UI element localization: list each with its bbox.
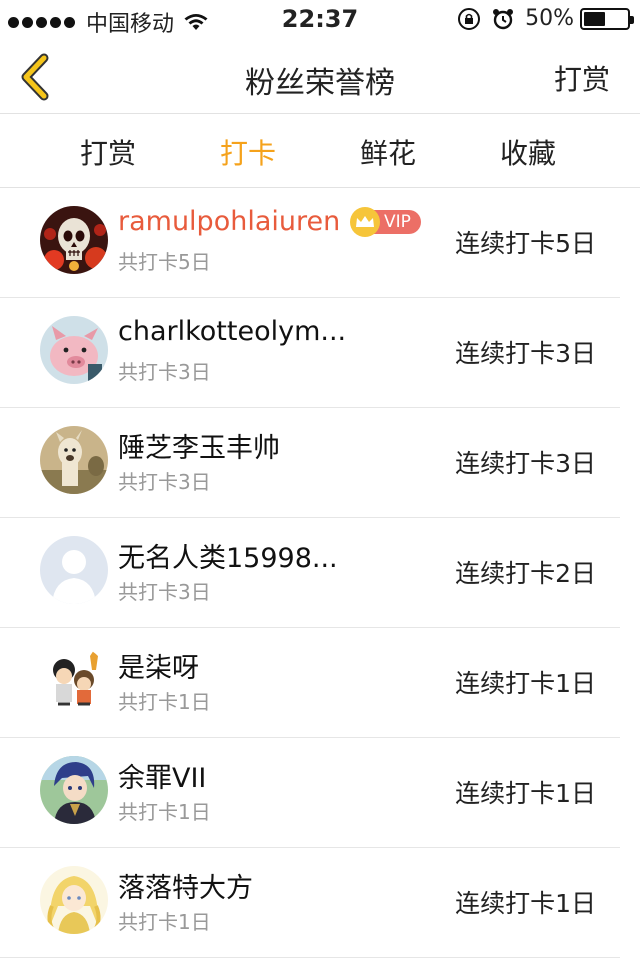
status-bar: 中国移动 22:37 50% [0, 0, 640, 40]
total-checkins: 共打卡1日 [118, 910, 211, 934]
cartoon-avatar-icon [40, 646, 108, 714]
avatar[interactable] [40, 756, 108, 824]
reward-button[interactable]: 打赏 [554, 58, 610, 98]
total-checkins: 共打卡1日 [118, 690, 211, 714]
list-item[interactable]: 无名人类15998... 共打卡3日 连续打卡2日 [0, 518, 620, 628]
skull-avatar-icon [40, 206, 108, 274]
crown-icon [350, 207, 380, 237]
tab-bar: 打赏 打卡 鲜花 收藏 [0, 114, 640, 188]
fan-name: 无名人类15998... [118, 543, 338, 574]
streak-count: 连续打卡1日 [455, 889, 596, 918]
fan-name: 余罪VII [118, 763, 207, 794]
anime-avatar-icon [40, 756, 108, 824]
fan-name: 陲芝李玉丰帅 [118, 433, 280, 464]
battery-percent: 50% [525, 6, 574, 31]
pig-avatar-icon [40, 316, 108, 384]
list-item[interactable]: 落落特大方 共打卡1日 连续打卡1日 [0, 848, 620, 958]
total-checkins: 共打卡5日 [118, 250, 211, 274]
streak-count: 连续打卡3日 [455, 449, 596, 478]
alpaca-avatar-icon [40, 426, 108, 494]
total-checkins: 共打卡3日 [118, 360, 211, 384]
fan-name: 落落特大方 [118, 873, 253, 904]
list-item[interactable]: charlkotteolym... 共打卡3日 连续打卡3日 [0, 298, 620, 408]
list-item[interactable]: ramulpohlaiuren VIP 共打卡5日 连续打卡5日 [0, 188, 620, 298]
tab-checkin[interactable]: 打卡 [220, 132, 276, 172]
avatar[interactable] [40, 426, 108, 494]
streak-count: 连续打卡1日 [455, 779, 596, 808]
avatar[interactable] [40, 316, 108, 384]
tab-reward[interactable]: 打赏 [80, 132, 136, 172]
total-checkins: 共打卡3日 [118, 580, 211, 604]
fan-name: charlkotteolym... [118, 316, 347, 347]
fan-list: ramulpohlaiuren VIP 共打卡5日 连续打卡5日 charlko… [0, 188, 640, 958]
battery-icon [580, 7, 634, 30]
list-item[interactable]: 陲芝李玉丰帅 共打卡3日 连续打卡3日 [0, 408, 620, 518]
list-item[interactable]: 余罪VII 共打卡1日 连续打卡1日 [0, 738, 620, 848]
streak-count: 连续打卡2日 [455, 559, 596, 588]
default-user-icon [40, 536, 108, 604]
avatar[interactable] [40, 866, 108, 934]
fan-name: ramulpohlaiuren [118, 206, 341, 237]
tab-flowers[interactable]: 鲜花 [360, 132, 416, 172]
avatar[interactable] [40, 646, 108, 714]
total-checkins: 共打卡1日 [118, 800, 211, 824]
tab-favorites[interactable]: 收藏 [500, 132, 556, 172]
nav-bar: 粉丝荣誉榜 打赏 [0, 40, 640, 114]
status-right: 50% [457, 6, 634, 31]
alarm-icon [493, 8, 514, 29]
list-item[interactable]: 是柒呀 共打卡1日 连续打卡1日 [0, 628, 620, 738]
streak-count: 连续打卡1日 [455, 669, 596, 698]
streak-count: 连续打卡3日 [455, 339, 596, 368]
avatar[interactable] [40, 206, 108, 274]
vip-badge: VIP [350, 207, 421, 237]
total-checkins: 共打卡3日 [118, 470, 211, 494]
avatar[interactable] [40, 536, 108, 604]
blonde-avatar-icon [40, 866, 108, 934]
battery-fill [584, 11, 605, 26]
fan-name: 是柒呀 [118, 653, 199, 684]
page-title: 粉丝荣誉榜 [245, 66, 395, 101]
streak-count: 连续打卡5日 [455, 229, 596, 258]
rotation-lock-icon [458, 7, 481, 30]
